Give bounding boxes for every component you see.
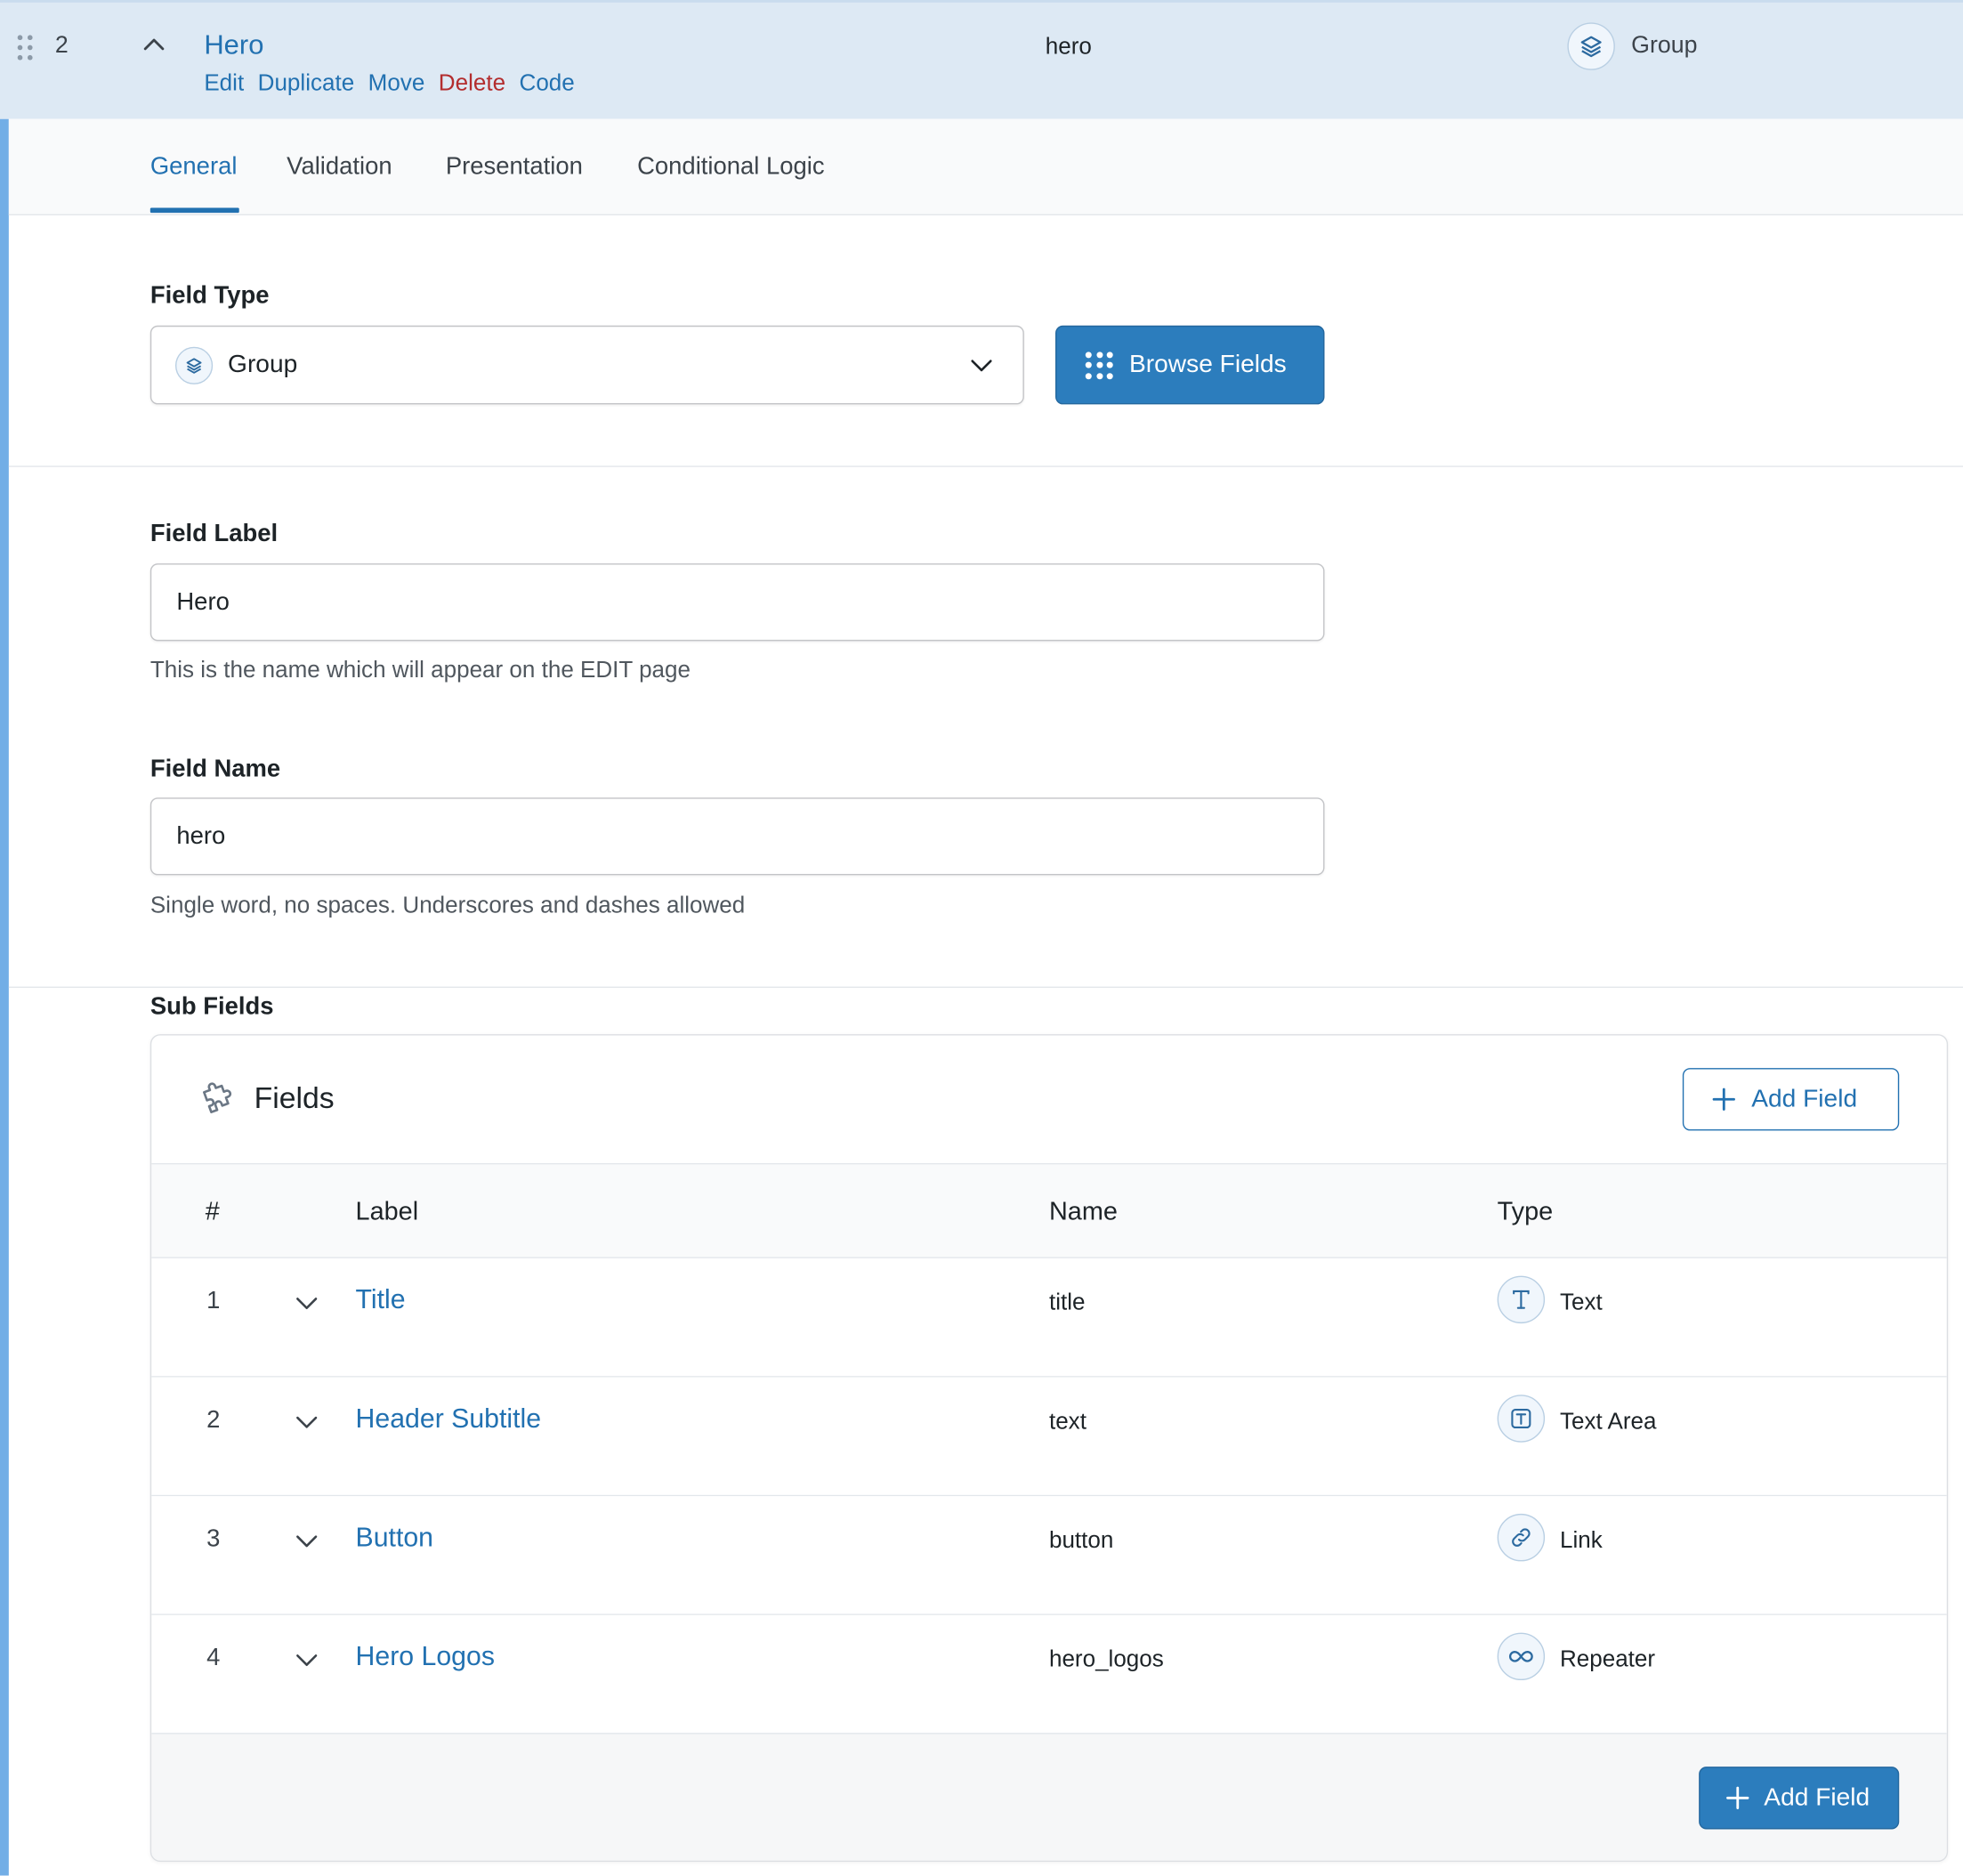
link-icon bbox=[1497, 1513, 1546, 1562]
row-order: 1 bbox=[206, 1287, 221, 1315]
field-label-link[interactable]: Hero bbox=[204, 28, 263, 61]
infinity-icon bbox=[1497, 1632, 1546, 1681]
column-header-name: Name bbox=[1048, 1196, 1118, 1226]
row-name: button bbox=[1048, 1525, 1114, 1553]
row-type: Link bbox=[1559, 1525, 1603, 1553]
field-order-number: 2 bbox=[54, 32, 69, 60]
tab-conditional-logic[interactable]: Conditional Logic bbox=[637, 153, 824, 182]
textarea-icon bbox=[1497, 1395, 1546, 1443]
row-name: title bbox=[1048, 1288, 1086, 1315]
field-name-heading: Field Name bbox=[149, 755, 281, 783]
sub-fields-panel: Fields Add Field # Label Name Type 1 Tit… bbox=[149, 1034, 1949, 1863]
sub-fields-panel-footer: Add Field bbox=[151, 1734, 1947, 1861]
row-type: Text bbox=[1559, 1288, 1603, 1315]
row-order: 3 bbox=[206, 1524, 221, 1553]
move-link[interactable]: Move bbox=[368, 69, 425, 96]
section-divider bbox=[8, 465, 1963, 467]
chevron-down-icon[interactable] bbox=[293, 1409, 320, 1443]
row-order: 4 bbox=[206, 1644, 221, 1672]
row-type: Repeater bbox=[1559, 1645, 1656, 1672]
settings-tabs: General Validation Presentation Conditio… bbox=[8, 118, 1963, 215]
row-label-link[interactable]: Header Subtitle bbox=[356, 1403, 542, 1435]
field-name-instructions: Single word, no spaces. Underscores and … bbox=[149, 891, 746, 918]
sub-fields-table-header: # Label Name Type bbox=[151, 1164, 1947, 1258]
row-name: hero_logos bbox=[1048, 1645, 1164, 1672]
field-type-label: Field Type bbox=[149, 281, 270, 310]
field-type-value: Group bbox=[1631, 32, 1698, 60]
edit-link[interactable]: Edit bbox=[204, 69, 244, 96]
field-name-input[interactable]: hero bbox=[149, 797, 1325, 876]
add-field-label: Add Field bbox=[1764, 1783, 1870, 1812]
table-row[interactable]: 4 Hero Logos hero_logos Repeater bbox=[151, 1614, 1947, 1734]
column-header-type: Type bbox=[1497, 1196, 1554, 1226]
active-tab-indicator bbox=[149, 207, 239, 214]
layers-icon bbox=[174, 346, 214, 384]
text-t-icon bbox=[1497, 1275, 1546, 1324]
delete-link[interactable]: Delete bbox=[439, 69, 505, 96]
field-label-input[interactable]: Hero bbox=[149, 563, 1325, 642]
tab-validation[interactable]: Validation bbox=[287, 153, 392, 182]
field-type-select[interactable]: Group bbox=[149, 325, 1024, 405]
table-row[interactable]: 1 Title title Text bbox=[151, 1257, 1947, 1378]
sub-fields-heading: Sub Fields bbox=[149, 992, 274, 1021]
duplicate-link[interactable]: Duplicate bbox=[258, 69, 355, 96]
row-type: Text Area bbox=[1559, 1407, 1657, 1434]
row-label-link[interactable]: Hero Logos bbox=[356, 1641, 495, 1672]
add-field-button-bottom[interactable]: Add Field bbox=[1699, 1767, 1900, 1830]
field-name-value: hero bbox=[1045, 32, 1092, 60]
add-field-button-top[interactable]: Add Field bbox=[1682, 1068, 1900, 1131]
chevron-down-icon[interactable] bbox=[293, 1646, 320, 1680]
section-divider bbox=[8, 986, 1963, 989]
row-actions: Edit Duplicate Move Delete Code bbox=[204, 69, 574, 96]
field-label-heading: Field Label bbox=[149, 519, 279, 547]
row-label-link[interactable]: Title bbox=[356, 1284, 406, 1315]
browse-fields-label: Browse Fields bbox=[1129, 350, 1287, 378]
field-type-selected-value: Group bbox=[228, 350, 298, 378]
field-row-header[interactable]: 2 Hero Edit Duplicate Move Delete Code h… bbox=[0, 0, 1963, 119]
drag-handle-icon[interactable] bbox=[17, 35, 36, 61]
add-field-label: Add Field bbox=[1751, 1085, 1858, 1113]
tab-presentation[interactable]: Presentation bbox=[446, 153, 583, 182]
chevron-down-icon[interactable] bbox=[293, 1290, 320, 1323]
plus-icon bbox=[1711, 1087, 1736, 1112]
sub-fields-panel-title: Fields bbox=[254, 1081, 335, 1116]
layers-icon bbox=[1567, 22, 1615, 70]
table-row[interactable]: 2 Header Subtitle text Text Area bbox=[151, 1377, 1947, 1497]
plus-icon bbox=[1725, 1785, 1750, 1810]
field-label-instructions: This is the name which will appear on th… bbox=[149, 656, 691, 683]
row-name: text bbox=[1048, 1407, 1087, 1434]
column-header-label: Label bbox=[355, 1196, 419, 1226]
tab-general[interactable]: General bbox=[150, 153, 238, 182]
row-label-link[interactable]: Button bbox=[356, 1523, 433, 1554]
table-row[interactable]: 3 Button button Link bbox=[151, 1496, 1947, 1615]
code-link[interactable]: Code bbox=[520, 69, 575, 96]
sub-fields-panel-header: Fields Add Field bbox=[151, 1035, 1947, 1165]
chevron-down-icon[interactable] bbox=[293, 1527, 320, 1561]
active-indicator-bar bbox=[0, 118, 9, 1876]
chevron-down-icon bbox=[968, 352, 996, 385]
row-order: 2 bbox=[206, 1405, 221, 1434]
field-editor: 2 Hero Edit Duplicate Move Delete Code h… bbox=[0, 0, 1963, 1876]
grid-dots-icon bbox=[1085, 351, 1113, 379]
puzzle-icon bbox=[199, 1080, 237, 1117]
column-header-order: # bbox=[205, 1196, 220, 1226]
chevron-up-icon[interactable] bbox=[139, 30, 169, 61]
browse-fields-button[interactable]: Browse Fields bbox=[1055, 325, 1325, 405]
